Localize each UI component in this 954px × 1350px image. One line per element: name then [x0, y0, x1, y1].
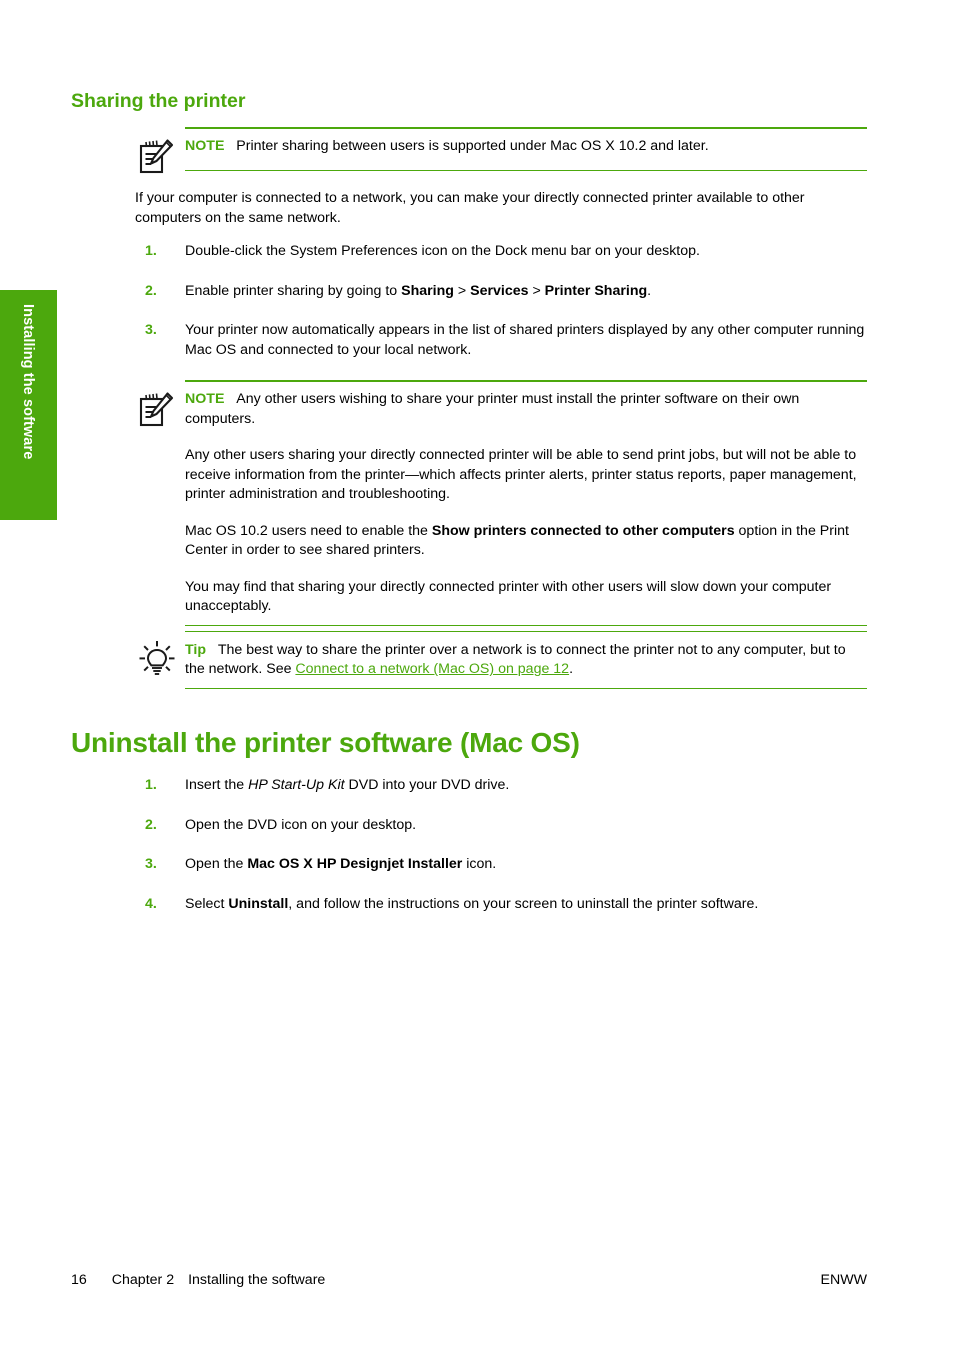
list-item: 2. Enable printer sharing by going to Sha… — [71, 282, 867, 302]
tip-rule-bottom — [185, 687, 867, 689]
list-item: 1. Double-click the System Preferences ic… — [71, 242, 867, 262]
text-run: Select — [185, 895, 229, 912]
list-item-text: Open the Mac OS X HP Designjet Installer… — [185, 856, 496, 872]
text-run: . — [569, 661, 574, 678]
bold-run: Uninstall — [228, 895, 289, 912]
footer-left-group: 16 Chapter 2 Installing the software — [71, 1272, 325, 1288]
note-label-1: NOTE — [185, 138, 225, 155]
tip-rule-top — [185, 630, 867, 633]
note-body-1: NOTE Printer sharing between users is su… — [185, 127, 867, 166]
text-run: You may find that sharing your directly … — [185, 578, 832, 615]
text-run: Insert the — [185, 777, 249, 794]
note-label-2: NOTE — [185, 391, 225, 408]
bold-run: Services — [470, 282, 529, 299]
footer-right-label: ENWW — [820, 1272, 868, 1288]
list-item-text: Enable printer sharing by going to Shari… — [185, 283, 651, 299]
lightbulb-icon — [137, 640, 177, 678]
list-item-number: 2. — [145, 816, 157, 833]
sharing-steps-list: 1. Double-click the System Preferences ic… — [71, 242, 867, 360]
text-run: Open the — [185, 856, 248, 873]
list-item-number: 3. — [145, 856, 157, 873]
note-text-2: Any other users wishing to share your pr… — [185, 391, 800, 427]
list-item: 2. Open the DVD icon on your desktop. — [71, 816, 867, 836]
note-2-extra-paragraphs: Any other users sharing your directly co… — [185, 446, 867, 617]
text-run: Open the DVD icon on your desktop. — [185, 816, 417, 833]
list-item: 4. Select Uninstall, and follow the instr… — [71, 895, 867, 915]
text-run: Enable printer sharing by going to — [185, 282, 402, 299]
text-run: icon. — [462, 856, 497, 873]
document-page: Sharing the printer NOTE Printer sharing… — [0, 0, 954, 1350]
note-rule-bottom — [185, 170, 867, 172]
intro-paragraph: If your computer is connected to a netwo… — [135, 190, 805, 226]
note-pad-pencil-icon — [137, 138, 177, 176]
list-item-number: 4. — [145, 895, 157, 912]
page-footer: 16 Chapter 2 Installing the software ENW… — [71, 1272, 867, 1288]
text-run: . — [647, 282, 652, 299]
list-item-text: Your printer now automatically appears i… — [185, 322, 864, 358]
list-item-number: 1. — [145, 777, 157, 794]
note-block-2: NOTE Any other users wishing to share yo… — [71, 380, 867, 626]
list-item-text: Open the DVD icon on your desktop. — [185, 817, 416, 833]
italic-run: HP Start-Up Kit — [248, 777, 345, 794]
note-text-1: Printer sharing between users is support… — [236, 138, 709, 155]
tip-body: Tip The best way to share the printer ov… — [185, 631, 867, 689]
note-paragraph: Any other users sharing your directly co… — [185, 446, 867, 505]
note-rule-top — [185, 127, 867, 129]
text-run: , and follow the instructions on your sc… — [288, 895, 759, 912]
list-item: 3. Your printer now automatically appears… — [71, 321, 867, 360]
section-heading: Sharing the printer — [71, 90, 246, 112]
footer-page-number: 16 — [71, 1272, 87, 1288]
note-body-2: NOTE Any other users wishing to share yo… — [185, 380, 867, 626]
list-item: 3. Open the Mac OS X HP Designjet Install… — [71, 855, 867, 875]
note-2-rule-bottom — [185, 624, 867, 626]
footer-chapter-title: Installing the software — [188, 1272, 326, 1288]
list-item: 1. Insert the HP Start-Up Kit DVD into yo… — [71, 776, 867, 796]
uninstall-steps-list: 1. Insert the HP Start-Up Kit DVD into yo… — [71, 776, 867, 914]
tip-label: Tip — [185, 641, 207, 658]
bold-run: Sharing — [401, 282, 454, 299]
text-run: Your printer now automatically appears i… — [185, 322, 865, 358]
page-content: Sharing the printer NOTE Printer sharing… — [71, 90, 867, 934]
list-item-number: 3. — [145, 322, 157, 339]
tip-text: The best way to share the printer over a… — [185, 642, 846, 678]
footer-chapter: Chapter 2 — [111, 1272, 175, 1288]
bold-run: Show printers connected to other compute… — [431, 522, 735, 539]
list-item-text: Insert the HP Start-Up Kit DVD into your… — [185, 777, 509, 793]
note-block-1: NOTE Printer sharing between users is su… — [71, 127, 867, 174]
note-2-rule-top — [185, 380, 867, 382]
list-item-number: 2. — [145, 282, 157, 299]
note-paragraph: You may find that sharing your directly … — [185, 578, 867, 617]
text-run: Mac OS 10.2 users need to enable the — [185, 522, 432, 539]
text-run: DVD into your DVD drive. — [344, 777, 510, 794]
text-run: > — [528, 282, 545, 299]
bold-run: Mac OS X HP Designjet Installer — [247, 856, 463, 873]
tip-block: Tip The best way to share the printer ov… — [71, 630, 867, 689]
note-paragraph: Mac OS 10.2 users need to enable the Sho… — [185, 522, 867, 561]
list-item-text: Double-click the System Preferences icon… — [185, 243, 700, 259]
text-run: > — [453, 282, 471, 299]
text-run: Double-click the System Preferences icon… — [185, 243, 700, 260]
text-run: Any other users sharing your directly co… — [185, 447, 857, 503]
note-pad-pencil-icon — [137, 391, 177, 429]
page-title: Uninstall the printer software (Mac OS) — [71, 726, 580, 758]
cross-reference-link[interactable]: Connect to a network (Mac OS) on page 12 — [295, 661, 569, 677]
list-item-text: Select Uninstall, and follow the instruc… — [185, 896, 758, 912]
list-item-number: 1. — [145, 243, 157, 260]
bold-run: Printer Sharing — [544, 282, 648, 299]
